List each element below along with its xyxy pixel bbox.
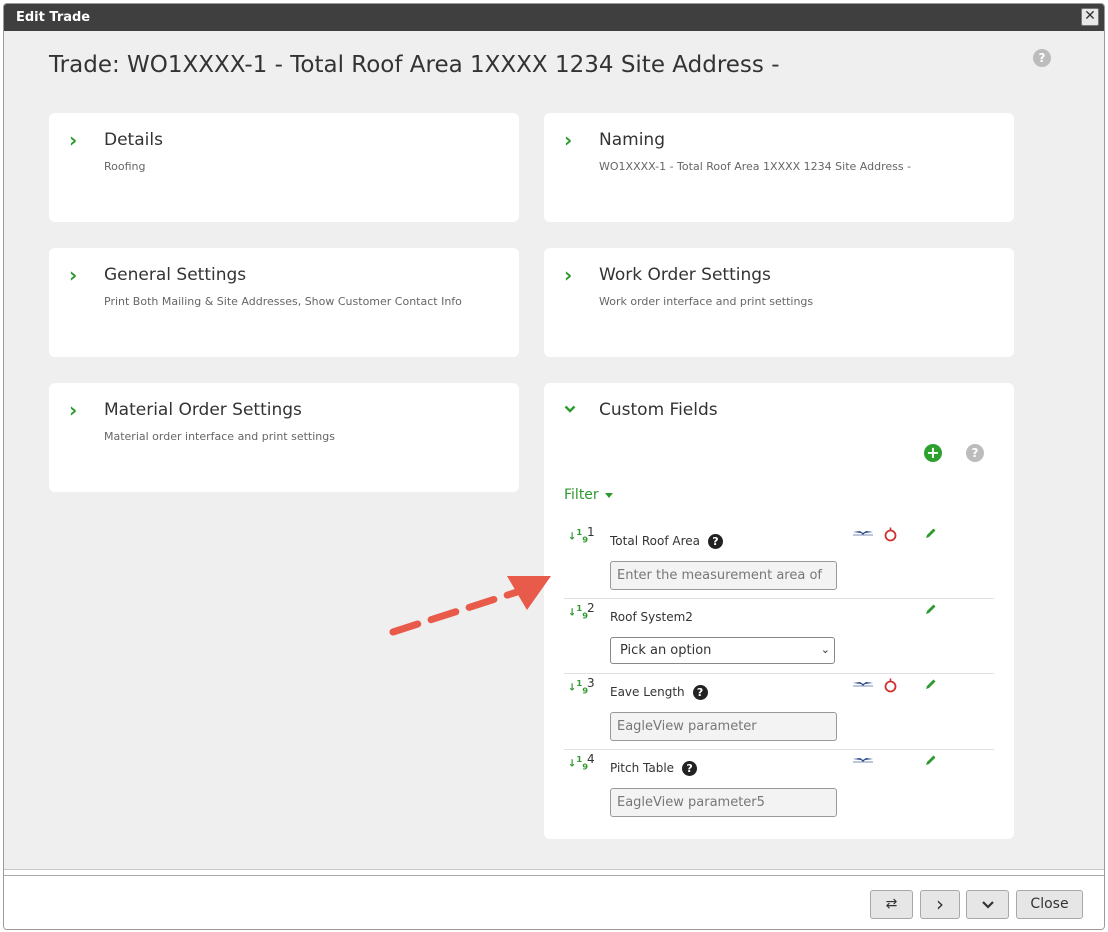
sort-icon[interactable]: ↓19 xyxy=(568,754,588,771)
chevron-right-icon[interactable]: › xyxy=(564,128,572,152)
field-label-row: Pitch Table? xyxy=(610,761,698,776)
chevron-right-icon[interactable]: › xyxy=(69,128,77,152)
chevron-right-icon: › xyxy=(936,892,944,916)
material-order-settings-card[interactable]: › Material Order Settings Material order… xyxy=(49,383,519,492)
help-icon[interactable]: ? xyxy=(966,444,984,462)
field-number: 2 xyxy=(587,601,595,615)
details-title: Details xyxy=(104,130,163,150)
help-icon[interactable]: ? xyxy=(692,685,708,700)
sort-icon[interactable]: ↓19 xyxy=(568,678,588,695)
edit-icon[interactable] xyxy=(925,527,937,539)
swap-button[interactable]: ⇄ xyxy=(870,890,913,919)
field-number: 3 xyxy=(587,676,595,690)
footer-divider xyxy=(4,875,1104,876)
field-label: Roof System2 xyxy=(610,610,693,624)
chevron-right-icon[interactable]: › xyxy=(69,263,77,287)
total-roof-area-input[interactable]: Enter the measurement area of xyxy=(610,561,837,590)
pitch-table-input[interactable]: EagleView parameter5 xyxy=(610,788,837,817)
next-button[interactable]: › xyxy=(920,890,960,919)
swap-icon: ⇄ xyxy=(885,896,898,912)
naming-card[interactable]: › Naming WO1XXXX-1 - Total Roof Area 1XX… xyxy=(544,113,1014,222)
filter-dropdown[interactable]: Filter xyxy=(564,487,613,503)
help-icon[interactable]: ? xyxy=(707,534,723,549)
custom-field-row: ↓19 4 Pitch Table? EagleView parameter5 xyxy=(564,750,994,826)
sort-icon[interactable]: ↓19 xyxy=(568,603,588,620)
edit-trade-dialog: Edit Trade ✕ Trade: WO1XXXX-1 - Total Ro… xyxy=(3,3,1105,930)
close-icon[interactable]: ✕ xyxy=(1081,8,1099,26)
field-label-row: Total Roof Area? xyxy=(610,534,723,549)
edit-icon[interactable] xyxy=(925,754,937,766)
custom-fields-title: Custom Fields xyxy=(599,400,718,420)
close-button[interactable]: Close xyxy=(1016,890,1083,919)
chevron-down-icon[interactable] xyxy=(564,403,576,415)
custom-field-row: ↓19 1 Total Roof Area? Enter the measure… xyxy=(564,523,994,599)
chevron-right-icon[interactable]: › xyxy=(564,263,572,287)
naming-title: Naming xyxy=(599,130,665,150)
field-number: 1 xyxy=(587,525,595,539)
chevron-right-icon[interactable]: › xyxy=(69,398,77,422)
edit-icon[interactable] xyxy=(925,678,937,690)
eagleview-icon[interactable] xyxy=(852,681,874,687)
dialog-title: Edit Trade xyxy=(16,10,91,25)
dialog-titlebar: Edit Trade ✕ xyxy=(4,4,1104,31)
caret-down-icon xyxy=(604,492,613,498)
add-icon[interactable]: + xyxy=(924,444,942,462)
eagleview-icon[interactable] xyxy=(852,530,874,536)
details-subtitle: Roofing xyxy=(104,160,146,173)
filter-label: Filter xyxy=(564,487,599,503)
field-number: 4 xyxy=(587,752,595,766)
more-button[interactable] xyxy=(966,890,1009,919)
material-order-settings-subtitle: Material order interface and print setti… xyxy=(104,430,335,443)
field-label: Eave Length xyxy=(610,685,685,699)
eagleview-icon[interactable] xyxy=(852,757,874,763)
custom-fields-card: Custom Fields + ? Filter ↓19 1 Total Roo… xyxy=(544,383,1014,839)
dialog-footer: ⇄ › Close xyxy=(4,869,1104,929)
field-label: Total Roof Area xyxy=(610,534,700,548)
general-settings-subtitle: Print Both Mailing & Site Addresses, Sho… xyxy=(104,295,462,308)
field-label: Pitch Table xyxy=(610,761,675,775)
hover-icon[interactable] xyxy=(884,678,897,693)
eave-length-input[interactable]: EagleView parameter xyxy=(610,712,837,741)
material-order-settings-title: Material Order Settings xyxy=(104,400,302,420)
details-card[interactable]: › Details Roofing xyxy=(49,113,519,222)
general-settings-card[interactable]: › General Settings Print Both Mailing & … xyxy=(49,248,519,357)
custom-field-row: ↓19 3 Eave Length? EagleView parameter xyxy=(564,674,994,750)
help-icon[interactable]: ? xyxy=(1033,49,1051,67)
custom-field-row: ↓19 2 Roof System2 Pick an option ⌄ xyxy=(564,599,994,674)
field-label-row: Eave Length? xyxy=(610,685,708,700)
help-icon[interactable]: ? xyxy=(682,761,698,776)
work-order-settings-title: Work Order Settings xyxy=(599,265,771,285)
sort-icon[interactable]: ↓19 xyxy=(568,527,588,544)
general-settings-title: General Settings xyxy=(104,265,247,285)
edit-icon[interactable] xyxy=(925,603,937,615)
page-title: Trade: WO1XXXX-1 - Total Roof Area 1XXXX… xyxy=(49,52,780,78)
naming-subtitle: WO1XXXX-1 - Total Roof Area 1XXXX 1234 S… xyxy=(599,160,912,173)
select-value: Pick an option xyxy=(620,643,712,658)
work-order-settings-card[interactable]: › Work Order Settings Work order interfa… xyxy=(544,248,1014,357)
roof-system-select[interactable]: Pick an option ⌄ xyxy=(610,637,835,664)
work-order-settings-subtitle: Work order interface and print settings xyxy=(599,295,814,308)
hover-icon[interactable] xyxy=(884,527,897,542)
chevron-down-icon xyxy=(981,901,994,909)
chevron-down-icon: ⌄ xyxy=(820,643,830,656)
annotation-arrow xyxy=(389,576,551,636)
